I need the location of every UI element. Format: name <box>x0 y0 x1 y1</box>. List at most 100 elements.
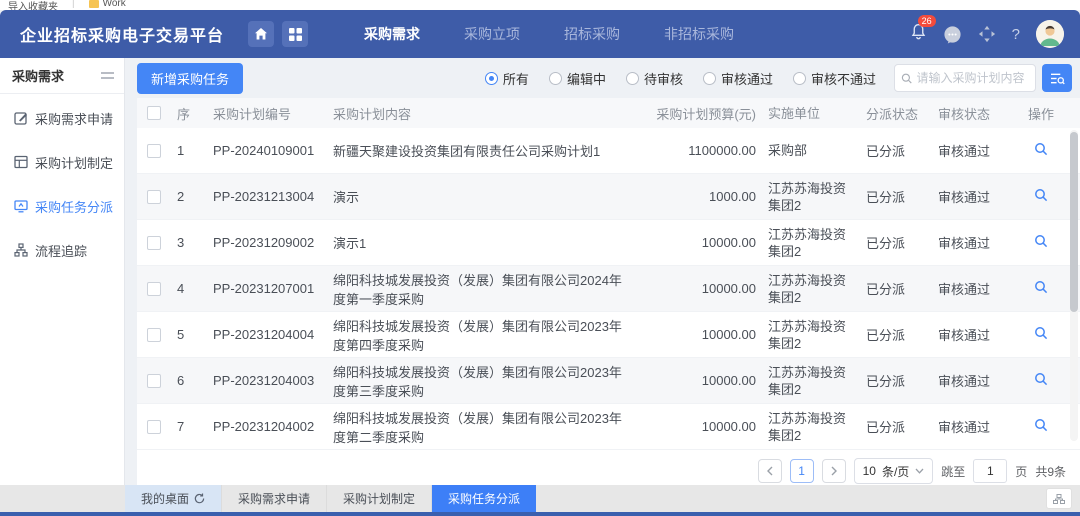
row-checkbox[interactable] <box>147 374 161 388</box>
nav-tab-procurement-initiation[interactable]: 采购立项 <box>442 10 542 58</box>
row-seq: 3 <box>171 231 207 254</box>
add-task-button[interactable]: 新增采购任务 <box>137 63 243 94</box>
messages-button[interactable] <box>943 25 962 44</box>
tab-demand-apply[interactable]: 采购需求申请 <box>222 485 327 512</box>
view-detail-button[interactable] <box>1034 326 1048 340</box>
row-plan-code: PP-20231204004 <box>207 323 327 346</box>
row-checkbox[interactable] <box>147 236 161 250</box>
view-detail-button[interactable] <box>1034 280 1048 294</box>
select-all-checkbox[interactable] <box>147 106 161 120</box>
main-content: 新增采购任务 所有 编辑中 待审核 审核通过 审核不通过 序 采购计划编号 采购 <box>125 58 1080 485</box>
sidebar-item-task-dispatch[interactable]: 采购任务分派 <box>0 186 124 226</box>
tab-plan-make[interactable]: 采购计划制定 <box>327 485 432 512</box>
table-row: 2 PP-20231213004 演示 1000.00 江苏苏海投资集团2 已分… <box>137 174 1080 220</box>
search-input[interactable] <box>916 71 1029 85</box>
tabs-overview-icon <box>1053 494 1065 504</box>
row-budget: 10000.00 <box>640 231 762 254</box>
row-dispatch-status: 已分派 <box>860 413 932 440</box>
view-detail-button[interactable] <box>1034 234 1048 248</box>
help-button[interactable]: ? <box>1012 26 1020 43</box>
monitor-share-icon <box>14 199 28 213</box>
folder-icon <box>89 0 99 8</box>
import-bookmarks-link[interactable]: 导入收藏夹 <box>8 0 58 10</box>
filter-label: 所有 <box>503 69 529 88</box>
row-checkbox[interactable] <box>147 420 161 434</box>
row-checkbox[interactable] <box>147 190 161 204</box>
filter-radio-rejected[interactable]: 审核不通过 <box>793 69 876 88</box>
home-icon <box>254 27 268 41</box>
notifications-button[interactable]: 26 <box>910 23 927 45</box>
user-avatar[interactable] <box>1036 20 1064 48</box>
row-dispatch-status: 已分派 <box>860 275 932 302</box>
view-detail-button[interactable] <box>1034 372 1048 386</box>
chevron-down-icon <box>915 468 924 474</box>
col-header-dispatch-status: 分派状态 <box>860 100 932 127</box>
sidebar-item-label: 采购任务分派 <box>35 197 113 216</box>
advanced-search-button[interactable] <box>1042 64 1072 92</box>
row-dispatch-status: 已分派 <box>860 321 932 348</box>
tab-label: 采购计划制定 <box>343 490 415 507</box>
radio-icon <box>549 72 562 85</box>
work-folder-bookmark[interactable]: Work <box>89 0 126 9</box>
notification-badge: 26 <box>918 15 936 27</box>
tab-list-button[interactable] <box>1046 488 1072 509</box>
navigation-button[interactable] <box>978 25 996 43</box>
nav-tab-non-bidding-procurement[interactable]: 非招标采购 <box>642 10 756 58</box>
col-header-budget: 采购计划预算(元) <box>640 100 762 127</box>
table-scrollbar[interactable] <box>1070 130 1078 441</box>
filter-label: 待审核 <box>644 69 683 88</box>
row-audit-status: 审核通过 <box>932 321 1018 348</box>
filter-label: 编辑中 <box>567 69 606 88</box>
view-detail-button[interactable] <box>1034 142 1048 156</box>
row-checkbox[interactable] <box>147 282 161 296</box>
sidebar-item-plan-make[interactable]: 采购计划制定 <box>0 142 124 182</box>
next-page-button[interactable] <box>822 459 846 483</box>
jump-label: 跳至 <box>941 463 965 480</box>
jump-page-input[interactable] <box>973 459 1007 483</box>
tab-my-desktop[interactable]: 我的桌面 <box>125 485 222 512</box>
filter-radio-editing[interactable]: 编辑中 <box>549 69 606 88</box>
row-checkbox[interactable] <box>147 144 161 158</box>
row-plan-content: 绵阳科技城发展投资（发展）集团有限公司2023年度第二季度采购 <box>327 404 640 450</box>
apps-grid-button[interactable] <box>282 21 308 47</box>
magnifier-icon <box>1034 418 1048 432</box>
nav-tab-procurement-demand[interactable]: 采购需求 <box>342 10 442 58</box>
nav-tab-bidding-procurement[interactable]: 招标采购 <box>542 10 642 58</box>
filter-radio-pending-review[interactable]: 待审核 <box>626 69 683 88</box>
row-plan-code: PP-20231204003 <box>207 369 327 392</box>
home-button[interactable] <box>248 21 274 47</box>
row-budget: 10000.00 <box>640 277 762 300</box>
col-header-plan-content: 采购计划内容 <box>327 100 640 127</box>
tab-task-dispatch[interactable]: 采购任务分派 <box>432 485 536 512</box>
table-row: 1 PP-20240109001 新疆天聚建设投资集团有限责任公司采购计划1 1… <box>137 128 1080 174</box>
work-folder-label: Work <box>103 0 126 9</box>
collapse-menu-icon[interactable] <box>101 72 114 79</box>
radio-selected-icon <box>485 72 498 85</box>
row-dispatch-status: 已分派 <box>860 183 932 210</box>
page-size-select[interactable]: 10 条/页 <box>854 458 934 484</box>
search-box <box>894 64 1036 92</box>
filter-radio-approved[interactable]: 审核通过 <box>703 69 773 88</box>
sidebar-item-demand-apply[interactable]: 采购需求申请 <box>0 98 124 138</box>
task-table: 序 采购计划编号 采购计划内容 采购计划预算(元) 实施单位 分派状态 审核状态… <box>137 98 1080 485</box>
magnifier-icon <box>1034 326 1048 340</box>
view-detail-button[interactable] <box>1034 418 1048 432</box>
row-dispatch-status: 已分派 <box>860 367 932 394</box>
filter-radio-all[interactable]: 所有 <box>485 69 529 88</box>
table-row: 7 PP-20231204002 绵阳科技城发展投资（发展）集团有限公司2023… <box>137 404 1080 450</box>
move-arrows-icon <box>978 25 996 43</box>
avatar-icon <box>1036 20 1064 48</box>
scrollbar-thumb[interactable] <box>1070 132 1078 312</box>
row-checkbox[interactable] <box>147 328 161 342</box>
magnifier-icon <box>1034 234 1048 248</box>
row-budget: 1100000.00 <box>640 139 762 162</box>
refresh-icon <box>194 493 205 504</box>
top-nav: 采购需求 采购立项 招标采购 非招标采购 <box>342 10 756 58</box>
magnifier-icon <box>1034 372 1048 386</box>
tab-label: 我的桌面 <box>141 490 189 507</box>
prev-page-button[interactable] <box>758 459 782 483</box>
current-page[interactable]: 1 <box>790 459 814 483</box>
row-plan-code: PP-20231204002 <box>207 415 327 438</box>
view-detail-button[interactable] <box>1034 188 1048 202</box>
sidebar-item-process-trace[interactable]: 流程追踪 <box>0 230 124 270</box>
